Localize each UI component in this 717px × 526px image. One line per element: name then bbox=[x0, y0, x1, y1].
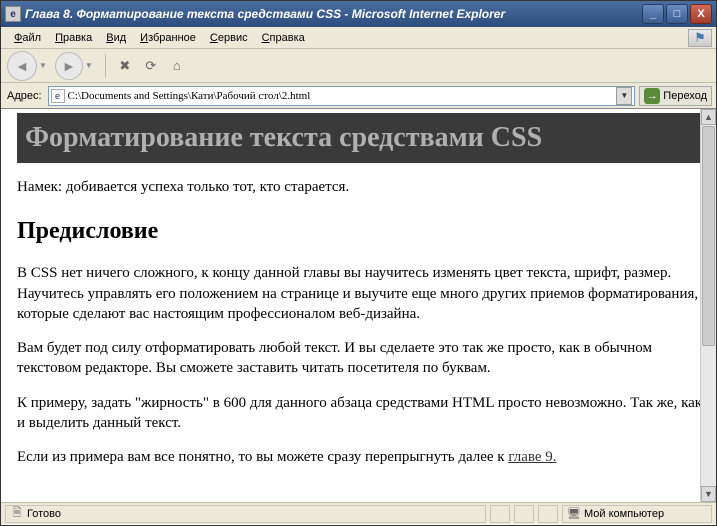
window-titlebar: e Глава 8. Форматирование текста средств… bbox=[1, 1, 716, 27]
status-zone-text: Мой компьютер bbox=[584, 508, 664, 520]
menu-help[interactable]: Справка bbox=[255, 30, 312, 46]
paragraph-4-text: Если из примера вам все понятно, то вы м… bbox=[17, 449, 508, 465]
toolbar-separator bbox=[105, 54, 106, 78]
paragraph-4: Если из примера вам все понятно, то вы м… bbox=[17, 447, 704, 467]
forward-dropdown[interactable]: ▼ bbox=[85, 61, 93, 70]
address-bar: Адрес: e ▼ → Переход bbox=[1, 83, 716, 109]
paragraph-1: В CSS нет ничего сложного, к концу данно… bbox=[17, 263, 704, 324]
page-heading-1: Форматирование текста средствами CSS bbox=[17, 113, 704, 163]
stop-button[interactable]: ✖ bbox=[114, 55, 136, 77]
status-panel-3 bbox=[514, 505, 534, 523]
go-icon: → bbox=[644, 88, 660, 104]
paragraph-3: К примеру, задать "жирность" в 600 для д… bbox=[17, 393, 704, 434]
go-button[interactable]: → Переход bbox=[639, 86, 712, 106]
window-title: Глава 8. Форматирование текста средствам… bbox=[25, 7, 642, 21]
address-label: Адрес: bbox=[5, 90, 44, 102]
go-label: Переход bbox=[663, 90, 707, 102]
status-bar: 🗎 Готово 🖥 Мой компьютер bbox=[1, 502, 716, 524]
page-hint: Намек: добивается успеха только тот, кто… bbox=[17, 177, 704, 197]
back-button[interactable]: ◄ bbox=[7, 51, 37, 81]
forward-button[interactable]: ► bbox=[55, 52, 83, 80]
scroll-down-button[interactable]: ▼ bbox=[701, 486, 716, 502]
close-button[interactable]: X bbox=[690, 4, 712, 24]
toolbar: ◄ ▼ ► ▼ ✖ ⟳ ⌂ bbox=[1, 49, 716, 83]
my-computer-icon: 🖥 bbox=[567, 507, 581, 521]
address-dropdown[interactable]: ▼ bbox=[616, 87, 632, 105]
menu-tools[interactable]: Сервис bbox=[203, 30, 255, 46]
minimize-button[interactable]: _ bbox=[642, 4, 664, 24]
status-panel-4 bbox=[538, 505, 558, 523]
back-dropdown[interactable]: ▼ bbox=[39, 61, 47, 70]
refresh-button[interactable]: ⟳ bbox=[140, 55, 162, 77]
vertical-scrollbar[interactable]: ▲ ▼ bbox=[700, 109, 716, 502]
address-input[interactable] bbox=[68, 90, 617, 102]
scroll-thumb[interactable] bbox=[702, 126, 715, 346]
scroll-up-button[interactable]: ▲ bbox=[701, 109, 716, 125]
menu-file[interactable]: Файл bbox=[7, 30, 48, 46]
chapter-9-link[interactable]: главе 9. bbox=[508, 449, 556, 465]
page-heading-2: Предисловие bbox=[17, 215, 704, 247]
status-done-icon: 🗎 bbox=[10, 507, 24, 521]
menu-favorites[interactable]: Избранное bbox=[133, 30, 203, 46]
status-panel-main: 🗎 Готово bbox=[5, 505, 486, 523]
scroll-track[interactable] bbox=[701, 347, 716, 486]
throbber-icon: ⚑ bbox=[688, 29, 712, 47]
address-field[interactable]: e ▼ bbox=[48, 86, 636, 106]
paragraph-2: Вам будет под силу отформатировать любой… bbox=[17, 338, 704, 379]
menu-view[interactable]: Вид bbox=[99, 30, 133, 46]
page-icon: e bbox=[51, 89, 65, 103]
maximize-button[interactable]: □ bbox=[666, 4, 688, 24]
status-zone-panel: 🖥 Мой компьютер bbox=[562, 505, 712, 523]
status-panel-2 bbox=[490, 505, 510, 523]
menu-edit[interactable]: Правка bbox=[48, 30, 99, 46]
app-icon: e bbox=[5, 6, 21, 22]
menu-bar: Файл Правка Вид Избранное Сервис Справка… bbox=[1, 27, 716, 49]
home-button[interactable]: ⌂ bbox=[166, 55, 188, 77]
status-text: Готово bbox=[27, 508, 61, 520]
page-content: Форматирование текста средствами CSS Нам… bbox=[1, 109, 716, 502]
